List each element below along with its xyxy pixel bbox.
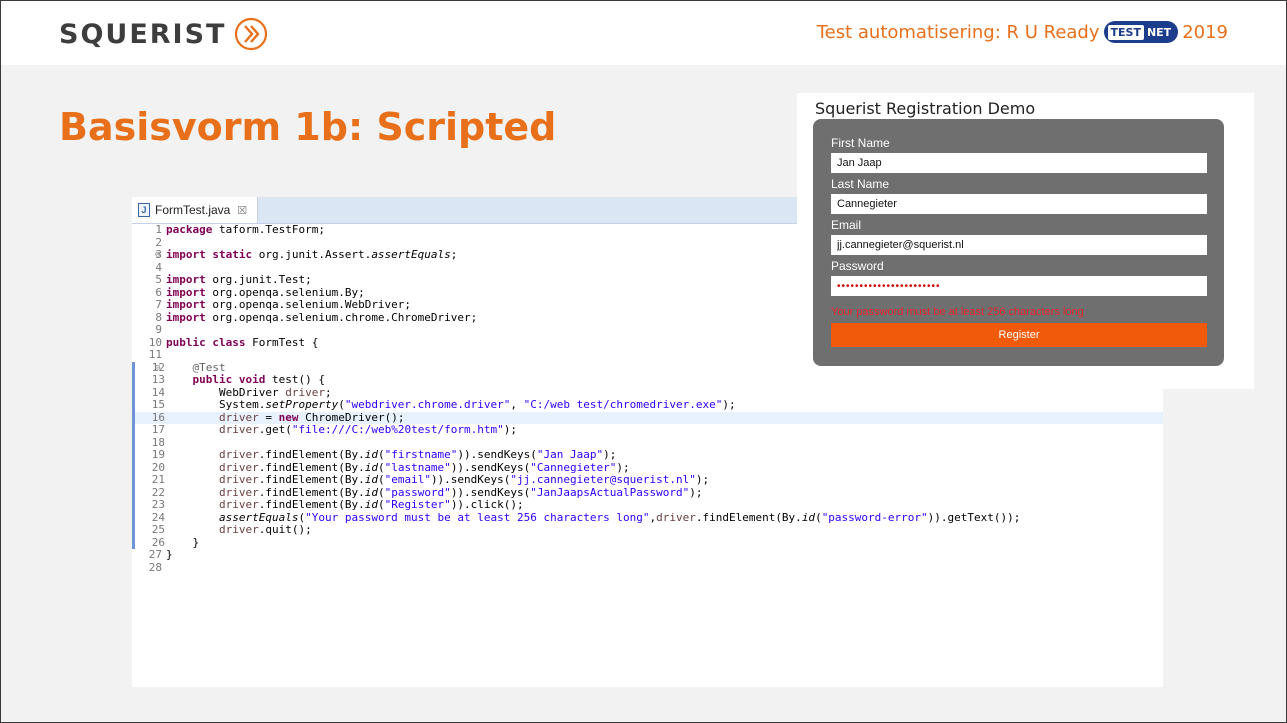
event-year: 2019 [1182, 21, 1228, 43]
password-input[interactable] [831, 276, 1207, 296]
registration-demo-screenshot: Squerist Registration Demo First Name La… [797, 93, 1254, 389]
testnet-badge: TEST NET [1103, 21, 1179, 43]
last-name-label: Last Name [831, 177, 890, 191]
registration-form: First Name Last Name Email Password Your… [813, 119, 1224, 366]
code-line: 26 } [132, 536, 1163, 549]
logo-text: SQUERIST [59, 18, 227, 50]
code-line: 25 driver.quit(); [132, 523, 1163, 537]
close-icon[interactable]: ☒ [237, 204, 247, 217]
first-name-label: First Name [831, 136, 890, 150]
code-line: 28 [148, 560, 162, 574]
slide-title: Basisvorm 1b: Scripted [59, 105, 557, 149]
event-prefix: Test automatisering: R U Ready [816, 21, 1100, 43]
email-input[interactable] [831, 235, 1207, 255]
password-label: Password [831, 259, 884, 273]
badge-right: NET [1146, 25, 1172, 39]
java-file-icon: J [138, 203, 150, 217]
first-name-input[interactable] [831, 153, 1207, 173]
squerist-logo: SQUERIST [59, 17, 268, 51]
event-title: Test automatisering: R U Ready TEST NET … [817, 21, 1228, 43]
code-line: 19 driver.findElement(By.id("firstname")… [132, 448, 1163, 462]
password-error: Your password must be at least 256 chara… [831, 306, 1084, 318]
code-line: 17 driver.get("file:///C:/web%20test/for… [132, 423, 1163, 437]
slide: SQUERIST Test automatisering: R U Ready … [0, 0, 1287, 723]
header-bar: SQUERIST Test automatisering: R U Ready … [1, 1, 1286, 65]
registration-title: Squerist Registration Demo [815, 99, 1036, 118]
tab-label: FormTest.java [155, 203, 231, 217]
email-label: Email [831, 218, 862, 232]
badge-left: TEST [1107, 24, 1144, 40]
double-chevron-icon [235, 17, 268, 51]
last-name-input[interactable] [831, 194, 1207, 214]
editor-tab-formtest[interactable]: J FormTest.java ☒ [132, 197, 259, 223]
code-line: 27} [148, 548, 173, 561]
register-button[interactable]: Register [831, 323, 1207, 347]
